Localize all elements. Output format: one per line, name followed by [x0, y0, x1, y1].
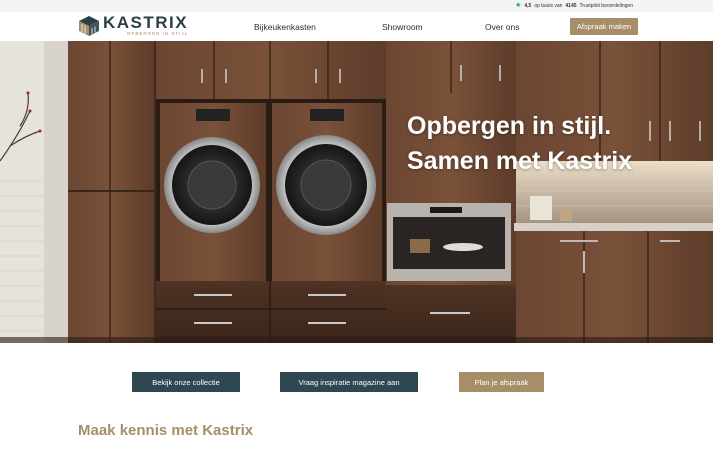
intro-section-title: Maak kennis met Kastrix: [78, 422, 254, 439]
logo-tagline: OPBERGEN IN STIJL: [126, 31, 189, 36]
hero-banner: Opbergen in stijl. Samen met Kastrix: [0, 41, 713, 343]
request-magazine-button[interactable]: Vraag inspiratie magazine aan: [280, 372, 418, 392]
logo-name: KASTRIX: [103, 13, 189, 32]
trust-bar: ★ 4,5 op basis van 4145 Trustpilot beoor…: [0, 0, 713, 12]
logo-cube-icon: [79, 16, 99, 36]
rating-text-after: Trustpilot beoordelingen: [579, 2, 633, 9]
logo[interactable]: KASTRIX OPBERGEN IN STIJL: [78, 13, 189, 37]
hero-title: Opbergen in stijl. Samen met Kastrix: [407, 109, 632, 179]
view-collection-button[interactable]: Bekijk onze collectie: [132, 372, 240, 392]
nav-showroom[interactable]: Showroom: [382, 22, 423, 32]
hero-image: [0, 41, 713, 343]
trustpilot-rating[interactable]: ★ 4,5 op basis van 4145 Trustpilot beoor…: [515, 2, 633, 9]
make-appointment-button[interactable]: Afspraak maken: [570, 18, 638, 35]
star-icon: ★: [515, 2, 522, 9]
hero-title-line1: Opbergen in stijl.: [407, 112, 612, 140]
plan-appointment-button[interactable]: Plan je afspraak: [459, 372, 544, 392]
rating-text-before: op basis van: [534, 2, 563, 9]
nav-bijkeukenkasten[interactable]: Bijkeukenkasten: [254, 22, 316, 32]
hero-title-line2: Samen met Kastrix: [407, 147, 633, 175]
site-header: KASTRIX OPBERGEN IN STIJL Bijkeukenkaste…: [0, 12, 713, 41]
rating-value: 4,5: [524, 2, 532, 9]
review-count: 4145: [565, 2, 577, 9]
nav-over-ons[interactable]: Over ons: [485, 22, 520, 32]
